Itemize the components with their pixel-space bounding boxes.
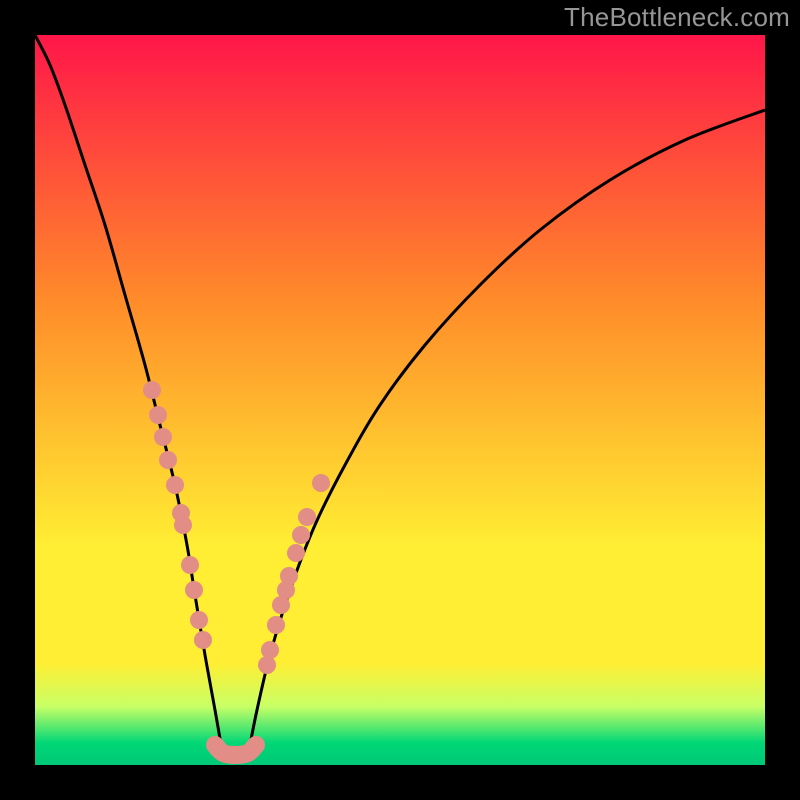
series-point-salmon-dots-left [159, 451, 177, 469]
series-left-curve [35, 35, 222, 750]
series-point-salmon-dots-right [261, 641, 279, 659]
series-point-salmon-dots-left [185, 581, 203, 599]
series-point-salmon-dots-left [194, 631, 212, 649]
series-point-salmon-dots-right [312, 474, 330, 492]
series-point-salmon-dots-left [143, 381, 161, 399]
chart-svg [35, 35, 765, 765]
series-point-salmon-dots-right [258, 656, 276, 674]
series-point-salmon-dots-left [174, 516, 192, 534]
watermark-text: TheBottleneck.com [564, 2, 790, 33]
series-point-salmon-dots-right [267, 616, 285, 634]
series-right-curve [249, 110, 765, 750]
series-point-salmon-dots-right [292, 526, 310, 544]
series-point-salmon-dots-right [287, 544, 305, 562]
series-point-salmon-dots-right [298, 508, 316, 526]
series-valley-floor-link [215, 745, 256, 755]
plot-area [35, 35, 765, 765]
series-point-salmon-dots-right [280, 567, 298, 585]
series-point-salmon-dots-left [190, 611, 208, 629]
series-point-salmon-dots-left [181, 556, 199, 574]
series-point-salmon-dots-left [149, 406, 167, 424]
series-point-salmon-dots-left [154, 428, 172, 446]
series-point-salmon-dots-left [166, 476, 184, 494]
